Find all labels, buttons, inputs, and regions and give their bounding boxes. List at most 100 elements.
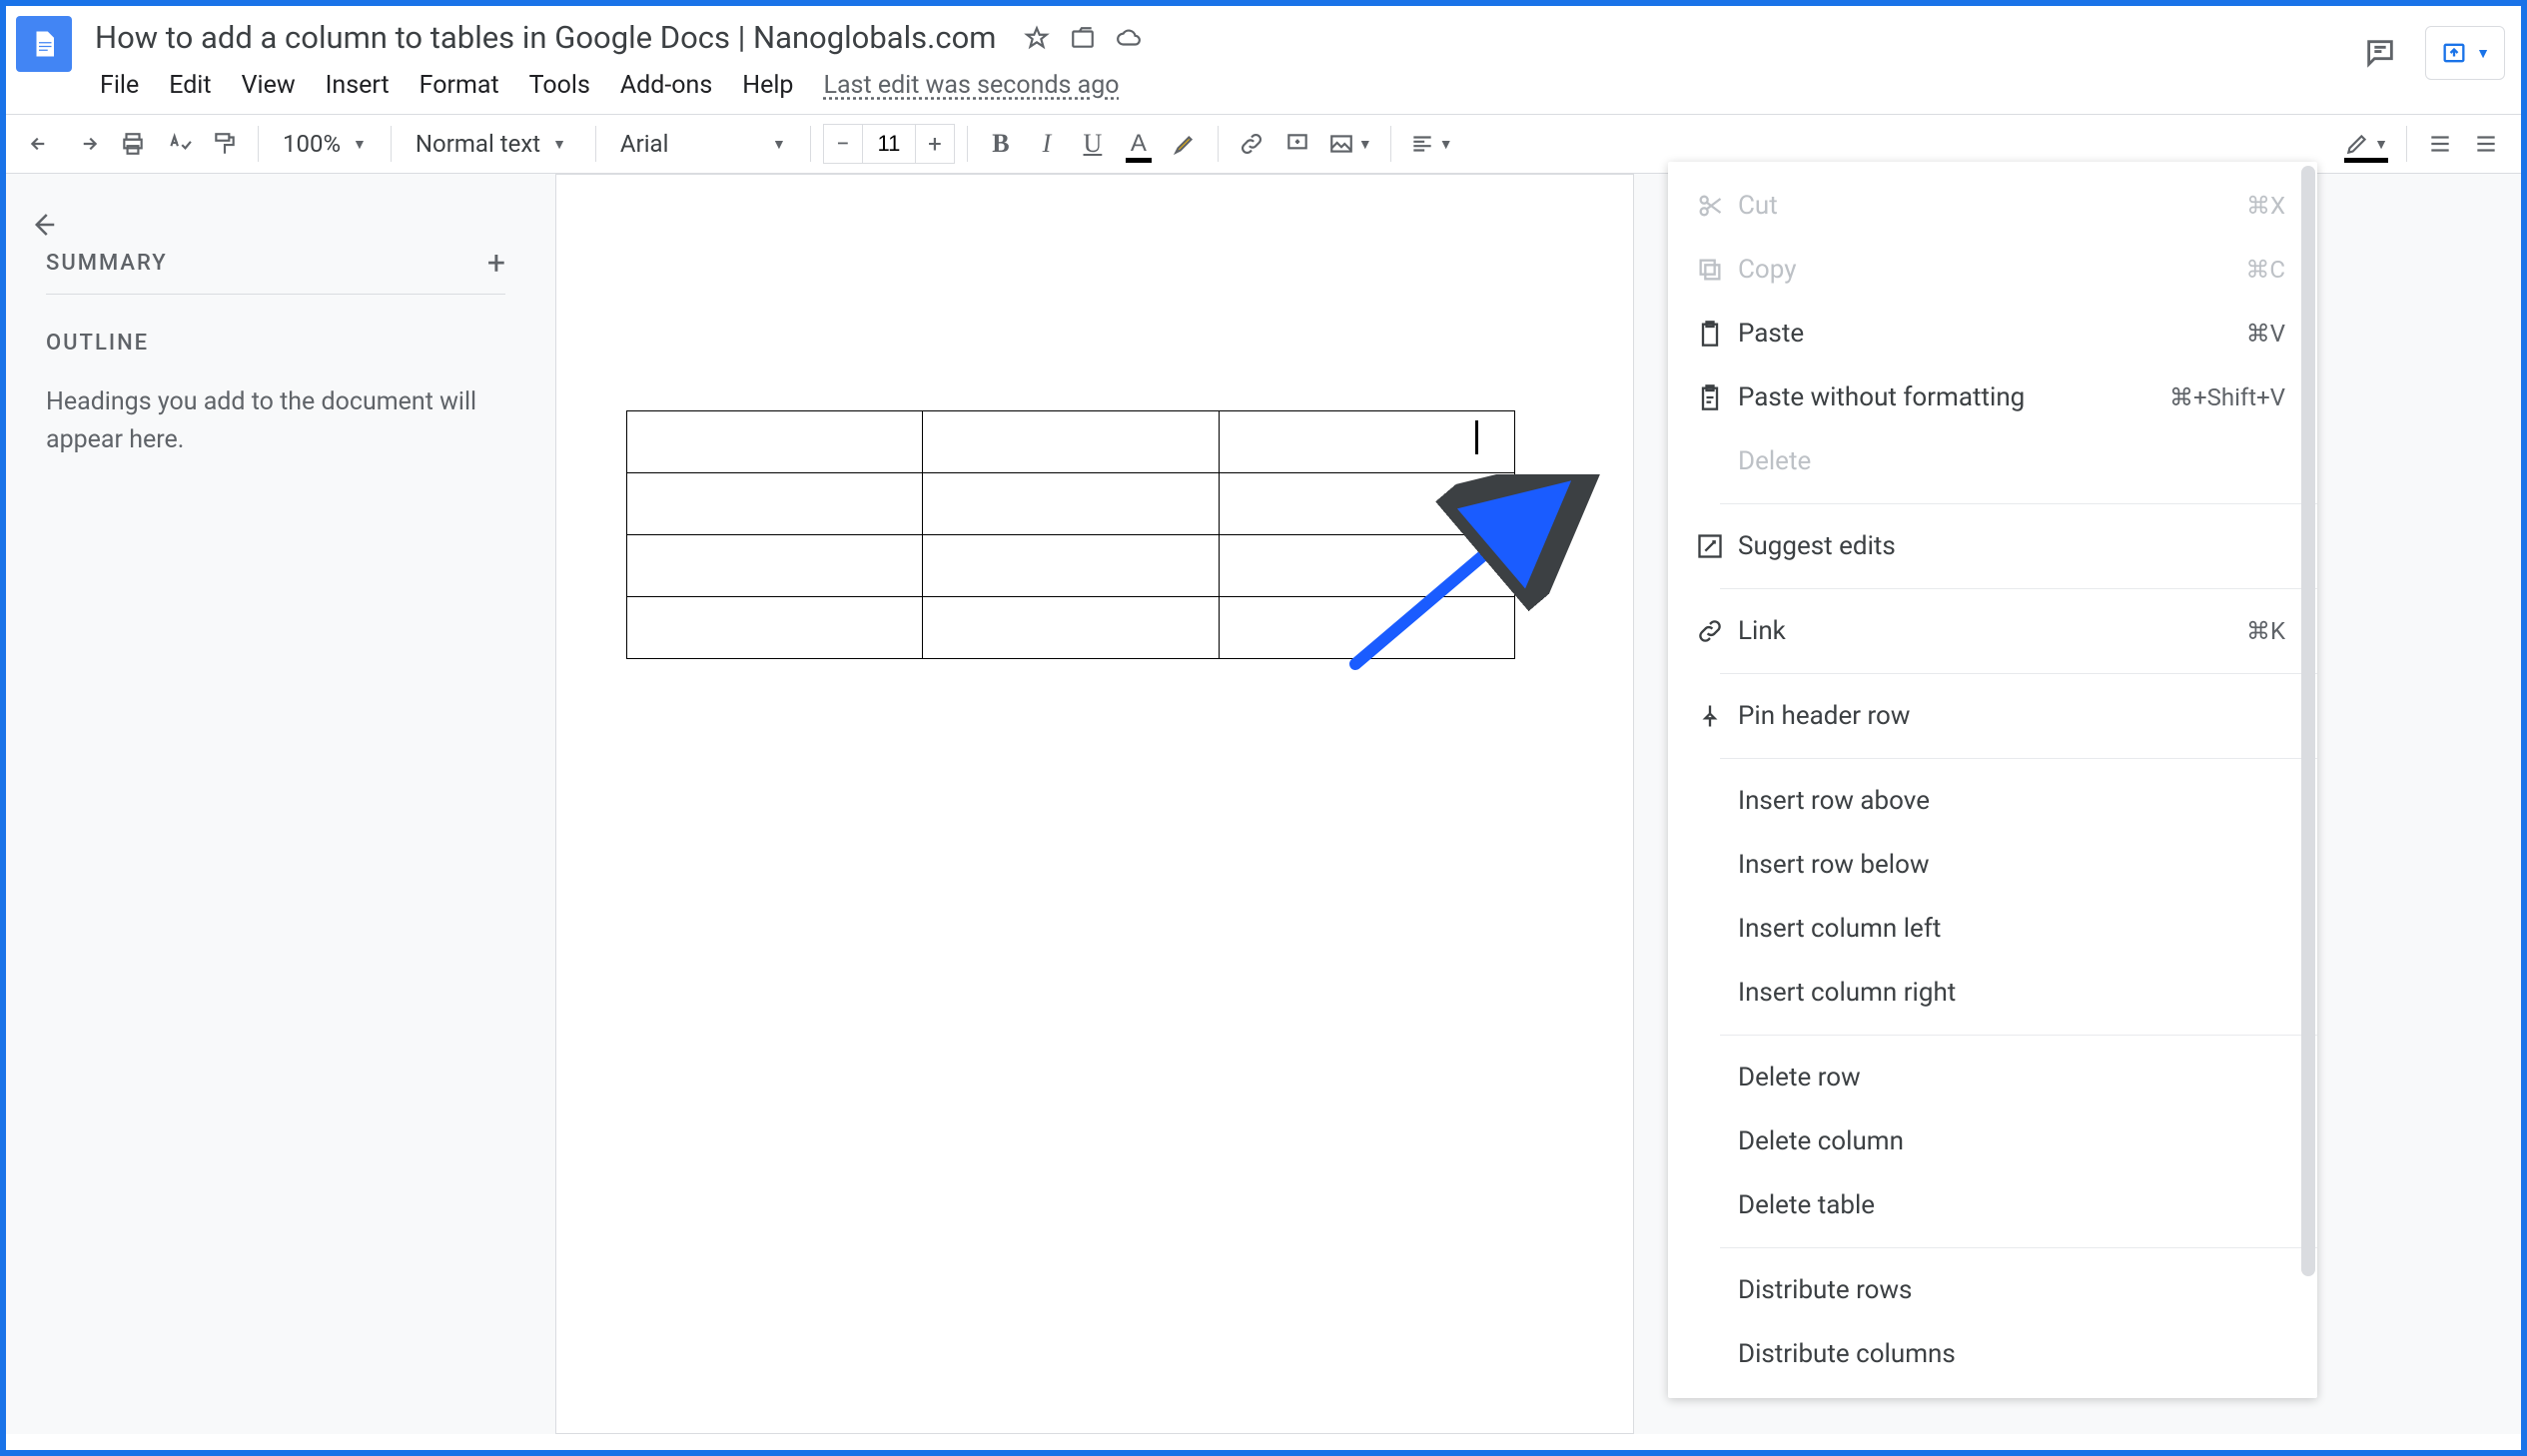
link-icon	[1686, 617, 1734, 645]
decrease-font-button[interactable]: −	[823, 124, 863, 164]
cm-label: Insert row below	[1686, 850, 2285, 880]
share-button[interactable]: ▼	[2425, 26, 2505, 80]
outline-placeholder: Headings you add to the document will ap…	[46, 383, 505, 458]
link-button[interactable]	[1231, 123, 1272, 165]
image-button[interactable]: ▼	[1322, 123, 1378, 165]
cm-paste-plain[interactable]: Paste without formatting ⌘+Shift+V	[1668, 365, 2317, 429]
cm-label: Delete row	[1686, 1063, 2285, 1092]
cm-distribute-columns[interactable]: Distribute columns	[1668, 1322, 2317, 1386]
cm-cut[interactable]: Cut ⌘X	[1668, 174, 2317, 238]
cm-label: Distribute rows	[1686, 1275, 2285, 1305]
context-menu: Cut ⌘X Copy ⌘C Paste ⌘V Paste without fo…	[1668, 162, 2317, 1398]
undo-button[interactable]	[20, 123, 62, 165]
chevron-down-icon: ▼	[772, 136, 786, 153]
menubar: File Edit View Insert Format Tools Add-o…	[86, 65, 2357, 106]
cm-delete-column[interactable]: Delete column	[1668, 1109, 2317, 1173]
copy-icon	[1686, 256, 1734, 284]
cm-insert-column-right[interactable]: Insert column right	[1668, 961, 2317, 1025]
header: How to add a column to tables in Google …	[6, 6, 2521, 106]
cm-label: Copy	[1734, 255, 2245, 285]
italic-button[interactable]: I	[1026, 123, 1068, 165]
pin-icon	[1686, 702, 1734, 730]
cm-distribute-rows[interactable]: Distribute rows	[1668, 1258, 2317, 1322]
cm-label: Insert column left	[1686, 914, 2285, 944]
table-row[interactable]	[627, 473, 1515, 535]
edit-mode-button[interactable]: ▼	[2338, 123, 2394, 165]
highlight-button[interactable]	[1164, 123, 1206, 165]
cm-insert-row-above[interactable]: Insert row above	[1668, 769, 2317, 833]
increase-font-button[interactable]: +	[915, 124, 955, 164]
comments-button[interactable]	[2357, 30, 2403, 76]
comment-button[interactable]	[1276, 123, 1318, 165]
summary-label: SUMMARY	[46, 251, 168, 276]
cloud-icon[interactable]	[1115, 24, 1143, 52]
cm-shortcut: ⌘X	[2246, 192, 2285, 220]
menu-file[interactable]: File	[86, 65, 153, 106]
back-button[interactable]	[6, 174, 46, 1434]
cm-copy[interactable]: Copy ⌘C	[1668, 238, 2317, 302]
cm-label: Paste without formatting	[1734, 382, 2169, 412]
cm-delete[interactable]: Delete	[1668, 429, 2317, 493]
table-row[interactable]	[627, 411, 1515, 473]
document-page[interactable]	[555, 174, 1634, 1434]
paint-format-button[interactable]	[204, 123, 246, 165]
redo-button[interactable]	[66, 123, 108, 165]
format-options-button[interactable]	[2465, 123, 2507, 165]
cm-label: Cut	[1734, 191, 2246, 221]
underline-button[interactable]: U	[1072, 123, 1114, 165]
menu-edit[interactable]: Edit	[155, 65, 225, 106]
docs-logo[interactable]	[16, 16, 72, 72]
menu-format[interactable]: Format	[406, 65, 513, 106]
star-icon[interactable]	[1023, 24, 1051, 52]
line-spacing-button[interactable]	[2419, 123, 2461, 165]
document-table[interactable]	[626, 410, 1515, 659]
bold-button[interactable]: B	[980, 123, 1022, 165]
cm-label: Delete column	[1686, 1126, 2285, 1156]
table-row[interactable]	[627, 597, 1515, 659]
cm-label: Pin header row	[1734, 701, 2285, 731]
cm-link[interactable]: Link ⌘K	[1668, 599, 2317, 663]
last-edit-label[interactable]: Last edit was seconds ago	[809, 65, 1133, 106]
cm-label: Link	[1734, 616, 2246, 646]
cm-label: Insert column right	[1686, 978, 2285, 1008]
cm-paste[interactable]: Paste ⌘V	[1668, 302, 2317, 365]
cm-delete-row[interactable]: Delete row	[1668, 1046, 2317, 1109]
divider	[1720, 673, 2317, 674]
cm-pin-header-row[interactable]: Pin header row	[1668, 684, 2317, 748]
print-button[interactable]	[112, 123, 154, 165]
scrollbar[interactable]	[2301, 166, 2315, 1276]
divider	[1720, 1247, 2317, 1248]
zoom-select[interactable]: 100% ▼	[271, 130, 379, 158]
menu-help[interactable]: Help	[728, 65, 807, 106]
outline-label: OUTLINE	[46, 331, 505, 356]
cm-label: Delete table	[1686, 1190, 2285, 1220]
menu-tools[interactable]: Tools	[515, 65, 604, 106]
chevron-down-icon: ▼	[353, 136, 367, 153]
suggest-icon	[1686, 532, 1734, 560]
divider	[1720, 503, 2317, 504]
cm-suggest-edits[interactable]: Suggest edits	[1668, 514, 2317, 578]
clipboard-plain-icon	[1686, 383, 1734, 411]
font-select[interactable]: Arial ▼	[608, 130, 798, 158]
menu-insert[interactable]: Insert	[312, 65, 404, 106]
menu-addons[interactable]: Add-ons	[606, 65, 726, 106]
move-icon[interactable]	[1069, 24, 1097, 52]
cm-insert-column-left[interactable]: Insert column left	[1668, 897, 2317, 961]
cm-shortcut: ⌘V	[2246, 320, 2285, 348]
zoom-value: 100%	[283, 130, 341, 158]
cm-insert-row-below[interactable]: Insert row below	[1668, 833, 2317, 897]
divider	[1720, 588, 2317, 589]
present-icon	[2440, 39, 2468, 67]
scissors-icon	[1686, 192, 1734, 220]
align-button[interactable]: ▼	[1403, 123, 1459, 165]
style-select[interactable]: Normal text ▼	[404, 130, 583, 158]
cm-delete-table[interactable]: Delete table	[1668, 1173, 2317, 1237]
menu-view[interactable]: View	[228, 65, 310, 106]
add-summary-button[interactable]: +	[487, 244, 505, 282]
font-size-input[interactable]	[863, 124, 915, 164]
text-color-button[interactable]: A	[1118, 123, 1160, 165]
divider	[1720, 758, 2317, 759]
document-title[interactable]: How to add a column to tables in Google …	[86, 16, 1005, 59]
table-row[interactable]	[627, 535, 1515, 597]
spellcheck-button[interactable]	[158, 123, 200, 165]
